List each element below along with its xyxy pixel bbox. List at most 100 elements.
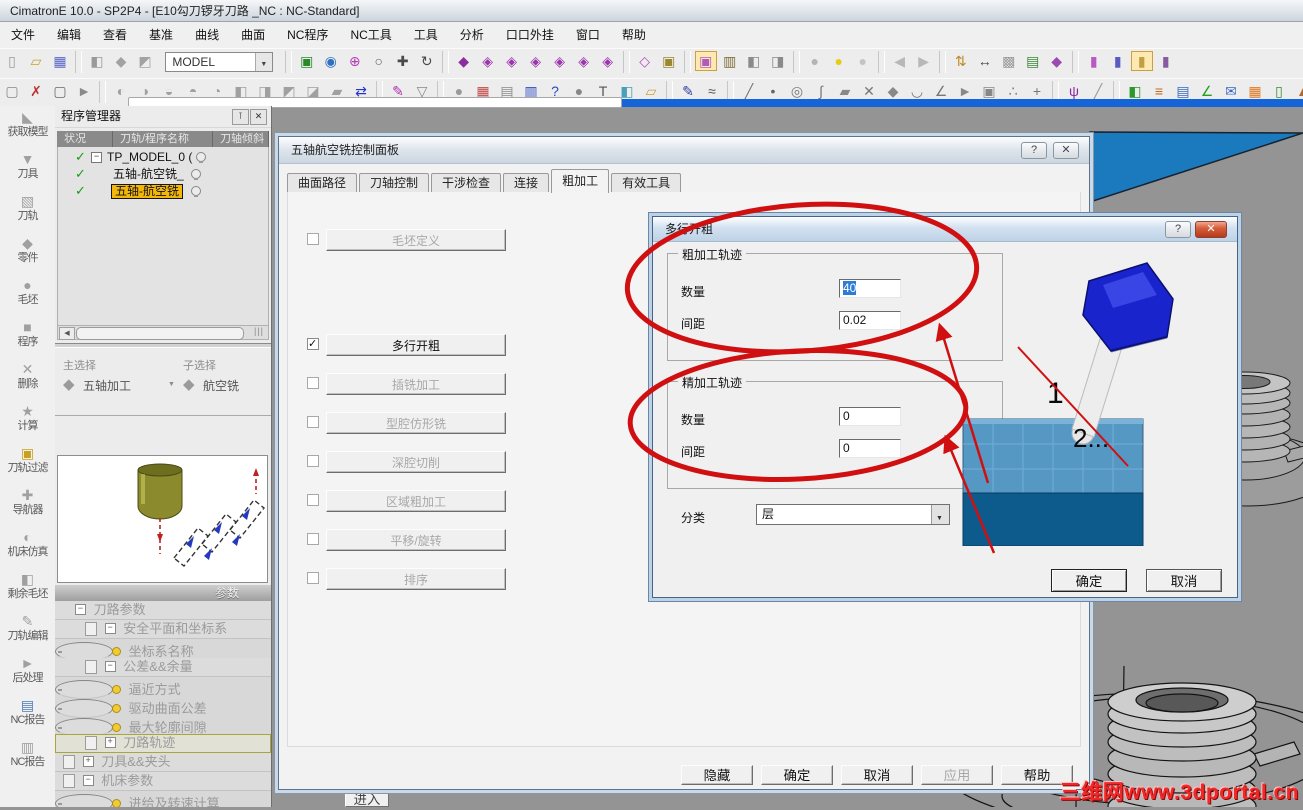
column-header[interactable]: 刀轴倾斜: [213, 131, 269, 147]
help-icon[interactable]: [1021, 142, 1047, 159]
report-doc-icon[interactable]: ▤: [1172, 81, 1194, 101]
menu-item[interactable]: 查看: [92, 22, 138, 48]
axis-icon[interactable]: +: [1026, 81, 1048, 101]
view-cube-left-icon[interactable]: ◈: [525, 51, 547, 71]
tool-setup-icon[interactable]: ▲: [1292, 81, 1303, 101]
rough-qty-input[interactable]: 40: [839, 279, 901, 298]
expand-icon[interactable]: [82, 756, 94, 768]
close-icon[interactable]: [250, 109, 267, 125]
iso-view-icon[interactable]: ◆: [453, 51, 475, 71]
sidebar-item-toolpath-filter[interactable]: ▣ 刀轨过滤: [0, 442, 55, 484]
tree-row-tp-model[interactable]: ✓ TP_MODEL_0 (: [58, 149, 268, 166]
option-button[interactable]: 平移/旋转: [326, 529, 506, 551]
page-fold-icon[interactable]: ▱: [640, 81, 662, 101]
toolbar-separator[interactable]: [1071, 51, 1079, 73]
open-folder-icon[interactable]: ▱: [25, 51, 47, 71]
param-tree-row[interactable]: 驱动曲面公差: [55, 699, 207, 718]
corner-icon[interactable]: ∠: [930, 81, 952, 101]
line-icon[interactable]: ╱: [738, 81, 760, 101]
expand-icon[interactable]: [82, 775, 94, 787]
close-icon[interactable]: [1053, 142, 1079, 159]
bulb-icon[interactable]: [191, 186, 201, 197]
option-button[interactable]: 区域粗加工: [326, 490, 506, 512]
bulb-icon[interactable]: [191, 169, 201, 180]
sidebar-item-toolpath-edit[interactable]: ✎ 刀轨编辑: [0, 610, 55, 652]
pick-filter-icon[interactable]: ▢: [49, 81, 71, 101]
scrollbar-grip[interactable]: [254, 326, 264, 336]
toolbar-separator[interactable]: [622, 51, 630, 73]
option-checkbox[interactable]: [307, 377, 319, 389]
plane-icon[interactable]: ▰: [834, 81, 856, 101]
frame-icon[interactable]: ▣: [978, 81, 1000, 101]
toolbar-separator[interactable]: [792, 51, 800, 73]
menu-item[interactable]: 帮助: [611, 22, 657, 48]
chevron-down-icon[interactable]: [931, 505, 949, 528]
param-tree-row[interactable]: 进给及转速计算: [55, 794, 220, 807]
menu-item[interactable]: 曲面: [230, 22, 276, 48]
sidebar-item-get-model[interactable]: ◣ 获取模型: [0, 106, 55, 148]
column-header[interactable]: 刀轨/程序名称: [113, 131, 213, 147]
toolbar-separator[interactable]: [683, 51, 691, 73]
sidebar-item-delete[interactable]: ✕ 删除: [0, 358, 55, 400]
point-icon[interactable]: •: [762, 81, 784, 101]
chevron-down-icon[interactable]: [168, 381, 175, 388]
program-tree[interactable]: ✓ TP_MODEL_0 ( ✓ 五轴-航空铣_ ✓ 五轴-航空铣: [57, 147, 269, 326]
param-tree-row[interactable]: 刀路轨迹: [55, 734, 271, 753]
sidebar-item-post-process[interactable]: ► 后处理: [0, 652, 55, 694]
toolbar-separator[interactable]: [284, 51, 292, 73]
sidebar-item-machine-sim[interactable]: ◐ 机床仿真: [0, 526, 55, 568]
cube-copy-icon[interactable]: ◆: [1046, 51, 1068, 71]
rotate-view-icon[interactable]: ↻: [416, 51, 438, 71]
view-cube-top-icon[interactable]: ◈: [573, 51, 595, 71]
toolbar-separator[interactable]: [938, 51, 946, 73]
zoom-window-icon[interactable]: ⊕: [344, 51, 366, 71]
menu-item[interactable]: NC工具: [339, 22, 402, 48]
pan-icon[interactable]: ✚: [392, 51, 414, 71]
sidebar-item-stock[interactable]: ● 毛坯: [0, 274, 55, 316]
tab[interactable]: 曲面路径: [287, 173, 358, 193]
menu-item[interactable]: 分析: [449, 22, 495, 48]
program-name[interactable]: 五轴-航空铣_: [113, 166, 184, 182]
finish-gap-input[interactable]: 0: [839, 439, 901, 458]
option-button[interactable]: 多行开粗: [326, 334, 506, 356]
program-name-selected[interactable]: 五轴-航空铣: [111, 184, 183, 199]
primary-select-value[interactable]: 五轴加工: [83, 377, 131, 394]
param-tree-row[interactable]: 安全平面和坐标系: [55, 620, 271, 639]
option-checkbox[interactable]: [307, 455, 319, 467]
menu-item[interactable]: 编辑: [46, 22, 92, 48]
horizontal-scrollbar[interactable]: [57, 325, 269, 340]
sidebar-item-remaining-stock[interactable]: ◧ 剩余毛坯: [0, 568, 55, 610]
bulb-icon[interactable]: [196, 152, 206, 163]
help-icon[interactable]: [1165, 221, 1191, 238]
stamp-icon[interactable]: ▩: [998, 51, 1020, 71]
scrollbar-thumb[interactable]: [76, 327, 244, 340]
program-manager-header[interactable]: 程序管理器: [55, 106, 271, 128]
frame-zoom-icon[interactable]: ▣: [296, 51, 318, 71]
hidden-model-icon[interactable]: ◆: [110, 51, 132, 71]
lock-view-icon[interactable]: ▣: [658, 51, 680, 71]
palette-icon[interactable]: ▦: [1244, 81, 1266, 101]
spline-icon[interactable]: ∫: [810, 81, 832, 101]
secondary-select-value[interactable]: 航空铣: [203, 377, 239, 394]
dialog-title-bar[interactable]: 五轴航空铣控制面板: [279, 137, 1089, 164]
footer-button[interactable]: 隐藏: [681, 765, 753, 785]
sidebar-item-tool[interactable]: ▼ 刀具: [0, 148, 55, 190]
tab[interactable]: 粗加工: [551, 169, 610, 193]
display-mode-icon[interactable]: ◧: [743, 51, 765, 71]
toolbar-separator[interactable]: [877, 51, 885, 73]
column-header[interactable]: 状况: [57, 131, 113, 147]
footer-button[interactable]: 确定: [761, 765, 833, 785]
menu-item[interactable]: 基准: [138, 22, 184, 48]
finish-qty-input[interactable]: 0: [839, 407, 901, 426]
ucs-icon[interactable]: ψ: [1063, 81, 1085, 101]
close-icon[interactable]: [1195, 221, 1227, 238]
sidebar-item-nc-report-2[interactable]: ▥ NC报告: [0, 736, 55, 778]
view-cube-back-icon[interactable]: ◈: [501, 51, 523, 71]
select-box-icon[interactable]: ▢: [1, 81, 23, 101]
arc-icon[interactable]: ◡: [906, 81, 928, 101]
sidebar-item-navigator[interactable]: ✚ 导航器: [0, 484, 55, 526]
toolbar-separator[interactable]: [441, 51, 449, 73]
light-off-icon[interactable]: ●: [804, 51, 826, 71]
tree-row-toolpath-2-selected[interactable]: ✓ 五轴-航空铣: [58, 183, 268, 200]
view-cube-front-icon[interactable]: ◈: [477, 51, 499, 71]
